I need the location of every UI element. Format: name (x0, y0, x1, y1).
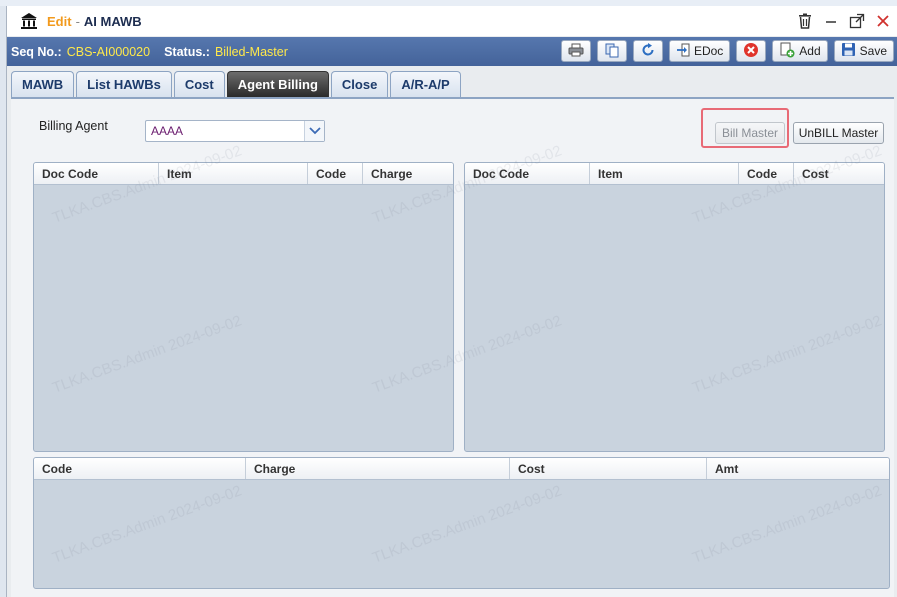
summary-grid-col-charge[interactable]: Charge (246, 458, 510, 479)
window-name: AI MAWB (83, 13, 142, 29)
tab-ar-ap[interactable]: A/R-A/P (390, 71, 461, 97)
charge-grid-col-item[interactable]: Item (159, 163, 308, 184)
edit-window: Edit - AI MAWB Seq No.: CBS-AI000020 Sta… (6, 6, 897, 597)
add-label: Add (799, 44, 821, 58)
tab-bar: MAWB List HAWBs Cost Agent Billing Close… (11, 71, 461, 97)
billing-agent-select[interactable]: AAAA (145, 120, 325, 142)
unbill-master-button[interactable]: UnBILL Master (793, 122, 884, 144)
cost-grid[interactable]: Doc Code Item Code Cost (464, 162, 885, 452)
bank-icon (19, 11, 39, 31)
cost-grid-col-item[interactable]: Item (590, 163, 739, 184)
print-icon (568, 43, 584, 60)
window-title: Edit - AI MAWB (47, 14, 142, 29)
delete-icon (743, 42, 759, 61)
close-icon[interactable] (874, 10, 892, 32)
print-button[interactable] (560, 40, 591, 62)
edoc-button[interactable]: EDoc (668, 40, 731, 62)
add-button[interactable]: Add (772, 40, 828, 62)
seq-no-value: CBS-AI000020 (66, 44, 151, 59)
charge-grid-col-charge[interactable]: Charge (363, 163, 453, 184)
delete-button[interactable] (736, 40, 767, 62)
status-label: Status.: (164, 44, 210, 59)
window-controls (796, 10, 892, 32)
edoc-label: EDoc (693, 44, 724, 58)
tab-mawb[interactable]: MAWB (11, 71, 75, 97)
billing-agent-label: Billing Agent (39, 119, 108, 133)
save-button[interactable]: Save (833, 40, 894, 62)
toolbar: EDoc Add Save (560, 40, 894, 62)
tab-close[interactable]: Close (330, 71, 389, 97)
edit-mode-label: Edit (47, 13, 72, 29)
summary-grid-col-amt[interactable]: Amt (707, 458, 889, 479)
agent-billing-panel: Billing Agent AAAA Bill Master UnBILL Ma… (11, 99, 894, 597)
charge-grid-col-doc-code[interactable]: Doc Code (34, 163, 159, 184)
save-label: Save (859, 44, 887, 58)
tab-list-hawbs[interactable]: List HAWBs (76, 71, 172, 97)
cost-grid-header: Doc Code Item Code Cost (465, 163, 884, 185)
summary-grid-col-code[interactable]: Code (34, 458, 246, 479)
charge-grid-col-code[interactable]: Code (308, 163, 363, 184)
cost-grid-col-cost[interactable]: Cost (794, 163, 884, 184)
summary-grid-header: Code Charge Cost Amt (34, 458, 889, 480)
info-bar: Seq No.: CBS-AI000020 Status.: Billed-Ma… (7, 37, 897, 66)
copy-button[interactable] (596, 40, 627, 62)
title-separator: - (75, 13, 80, 29)
trash-icon[interactable] (796, 10, 814, 32)
summary-grid[interactable]: Code Charge Cost Amt (33, 457, 890, 589)
bill-master-button[interactable]: Bill Master (715, 122, 785, 144)
chevron-down-icon[interactable] (304, 121, 324, 141)
status-value: Billed-Master (214, 44, 288, 59)
title-bar: Edit - AI MAWB (7, 6, 897, 36)
save-icon (841, 42, 856, 60)
minimize-icon[interactable] (822, 10, 840, 32)
charge-grid-header: Doc Code Item Code Charge (34, 163, 453, 185)
cost-grid-col-code[interactable]: Code (739, 163, 794, 184)
tab-agent-billing[interactable]: Agent Billing (226, 71, 329, 97)
charge-grid[interactable]: Doc Code Item Code Charge (33, 162, 454, 452)
summary-grid-col-cost[interactable]: Cost (510, 458, 707, 479)
tab-cost[interactable]: Cost (173, 71, 225, 97)
seq-no-label: Seq No.: (11, 44, 62, 59)
maximize-icon[interactable] (848, 10, 866, 32)
add-icon (779, 42, 795, 61)
refresh-button[interactable] (632, 40, 663, 62)
cost-grid-col-doc-code[interactable]: Doc Code (465, 163, 590, 184)
billing-agent-value: AAAA (151, 124, 184, 138)
edoc-icon (676, 43, 690, 60)
refresh-icon (640, 42, 656, 61)
copy-icon (604, 42, 620, 61)
app: Edit - AI MAWB Seq No.: CBS-AI000020 Sta… (0, 0, 897, 597)
